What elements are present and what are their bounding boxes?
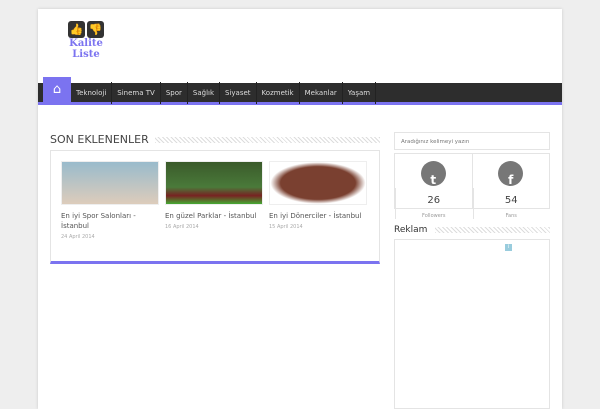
post-image[interactable] [61,161,159,205]
site-logo[interactable]: 👍 👎 Kalite Liste [66,21,106,60]
facebook-icon: f [498,161,524,187]
post-date: 15 April 2014 [269,224,303,230]
sidebar: Aradığınız kelimeyi yazın t 26 Followers f… [394,132,550,409]
post-image[interactable] [165,161,263,205]
post-title[interactable]: En iyi Dönerciler - İstanbul [269,211,367,221]
divider [154,136,380,143]
post-image[interactable] [269,161,367,205]
nav-item[interactable]: Sinema TV [112,81,161,104]
logo-text: Liste [72,49,100,60]
home-icon[interactable]: ⌂ [43,76,71,103]
twitter-count: 26 [395,188,472,206]
post-card[interactable]: En iyi Spor Salonları - İstanbul 24 April… [61,161,159,251]
twitter-icon: t [420,161,446,187]
ad-widget-title: Reklam [394,225,428,235]
search-input[interactable]: Aradığınız kelimeyi yazın [394,132,550,150]
ad-box[interactable]: i [394,239,550,409]
thumbs-up-icon: 👍 [68,21,85,38]
post-title[interactable]: En iyi Spor Salonları - İstanbul [61,211,159,231]
post-title[interactable]: En güzel Parklar - İstanbul [165,211,263,221]
nav-item[interactable]: Sağlık [188,81,221,104]
facebook-label: Fans [472,206,550,219]
main-nav: ⌂ Teknoloji Sinema TV Spor Sağlık Siyase… [38,76,562,105]
nav-item[interactable]: Spor [161,81,188,104]
facebook-counter[interactable]: f 54 Fans [471,154,550,219]
nav-item[interactable]: Teknoloji [71,81,113,104]
post-date: 24 April 2014 [61,234,95,240]
twitter-label: Followers [395,206,472,219]
post-date: 16 April 2014 [165,224,199,230]
logo-text: Kalite [69,38,103,49]
page-container: 👍 👎 Kalite Liste ⌂ Teknoloji Sinema TV Sp… [38,9,562,409]
social-counters: t 26 Followers f 54 Fans [394,153,550,219]
ad-info-icon[interactable]: i [505,244,512,251]
twitter-counter[interactable]: t 26 Followers [395,154,472,219]
nav-item[interactable]: Kozmetik [257,81,300,104]
facebook-count: 54 [472,188,550,206]
thumbs-down-icon: 👎 [87,21,104,38]
nav-item[interactable]: Siyaset [220,81,257,104]
post-card[interactable]: En güzel Parklar - İstanbul 16 April 2014 [165,161,263,251]
divider [435,227,550,233]
nav-item[interactable]: Mekanlar [300,81,343,104]
post-card[interactable]: En iyi Dönerciler - İstanbul 15 April 201… [269,161,367,251]
recent-posts-section: SON EKLENENLER En iyi Spor Salonları - İ… [50,133,380,264]
section-title: SON EKLENENLER [50,133,149,146]
nav-item[interactable]: Yaşam [343,81,377,104]
